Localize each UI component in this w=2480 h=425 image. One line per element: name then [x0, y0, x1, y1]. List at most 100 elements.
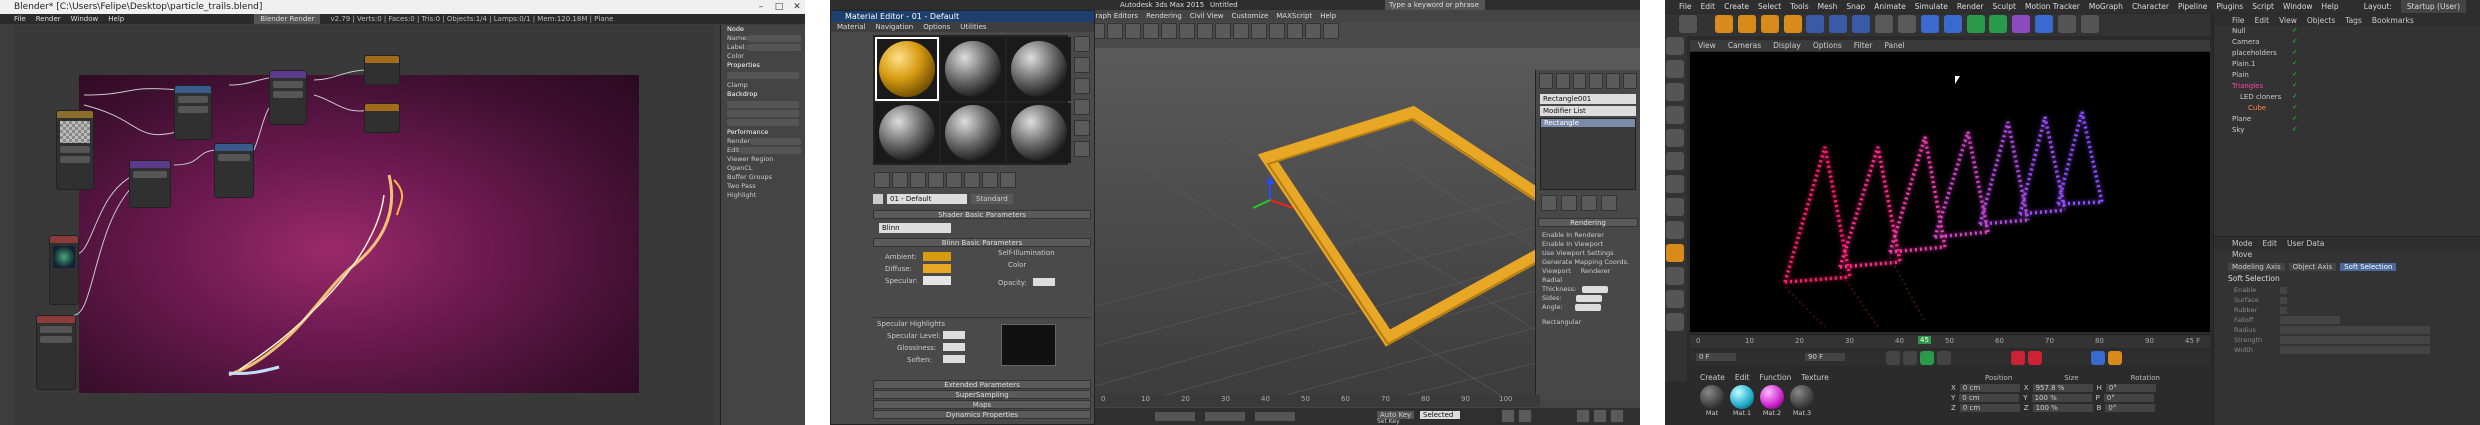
model-mode-icon[interactable]	[1666, 60, 1684, 78]
edit-quality-select[interactable]	[739, 147, 801, 154]
diffuse-swatch[interactable]	[923, 264, 951, 273]
vp-menu-filter[interactable]: Filter	[1854, 40, 1873, 51]
prop-clamp[interactable]: Clamp	[721, 81, 805, 90]
sample-type-icon[interactable]	[1074, 36, 1090, 52]
play-forward-icon[interactable]	[1920, 351, 1934, 365]
video-color-icon[interactable]	[1074, 120, 1090, 136]
curves-field[interactable]	[218, 154, 250, 161]
render-opt-settings[interactable]: Use Viewport Settings	[1542, 249, 1640, 258]
vp-menu-options[interactable]: Options	[1813, 40, 1842, 51]
render-picture-icon[interactable]	[1897, 15, 1916, 33]
coord-rot-h[interactable]: 0°	[2105, 384, 2156, 392]
cloner-icon[interactable]	[1989, 15, 2008, 33]
y-axis-icon[interactable]	[1829, 15, 1848, 33]
prop-color[interactable]: Color	[721, 52, 805, 61]
mat-menu-material[interactable]: Material	[837, 23, 865, 31]
autokey-icon[interactable]	[2028, 351, 2042, 365]
subdiv-icon[interactable]	[1966, 15, 1985, 33]
soft-strength-slider[interactable]	[2280, 336, 2430, 344]
om-item-placeholders[interactable]: placeholders	[2224, 48, 2480, 59]
render-icon[interactable]	[1323, 23, 1339, 39]
mat-menu-options[interactable]: Options	[923, 23, 950, 31]
shader-basic-rollout[interactable]: Shader Basic Parameters	[873, 210, 1091, 219]
copy-icon[interactable]	[928, 172, 944, 188]
sample-slot-6[interactable]	[1007, 103, 1071, 163]
workplane-icon[interactable]	[1666, 198, 1684, 216]
z-axis-icon[interactable]	[1852, 15, 1871, 33]
modifier-list-select[interactable]: Modifier List	[1540, 106, 1636, 116]
c4d-menu-select[interactable]: Select	[1758, 0, 1781, 13]
self-illum-color-label[interactable]: Color	[1008, 261, 1026, 269]
material-editor-icon[interactable]	[1269, 23, 1285, 39]
c4d-viewport[interactable]	[1690, 52, 2210, 332]
material-swatch-3[interactable]: Mat.2	[1760, 385, 1784, 417]
keyframe-pos-icon[interactable]	[2108, 351, 2122, 365]
sample-slot-4[interactable]	[875, 103, 939, 163]
texture-mode-icon[interactable]	[1666, 83, 1684, 101]
rollout-maps[interactable]: Maps	[873, 400, 1091, 409]
go-start-icon[interactable]	[1886, 351, 1900, 365]
label-input[interactable]	[746, 44, 801, 51]
hierarchy-tab-icon[interactable]	[1572, 73, 1587, 89]
material-name-field[interactable]: 01 - Default	[887, 194, 967, 204]
soft-radius-slider[interactable]	[2280, 326, 2430, 334]
om-menu-tags[interactable]: Tags	[2345, 16, 2362, 25]
deformer-icon[interactable]	[2012, 15, 2031, 33]
node-render-layers-2[interactable]	[36, 315, 76, 390]
om-menu-view[interactable]: View	[2279, 16, 2297, 25]
render-view-icon[interactable]	[1875, 15, 1893, 33]
mat-menu-navigation[interactable]: Navigation	[875, 23, 913, 31]
c4d-menu-edit[interactable]: Edit	[1701, 0, 1716, 13]
coord-rot-b[interactable]: 0°	[2105, 404, 2156, 412]
assign-icon[interactable]	[892, 172, 908, 188]
layout-select[interactable]: Startup (User)	[2400, 0, 2466, 13]
material-type-button[interactable]: Standard	[971, 194, 1013, 204]
edges-mode-icon[interactable]	[1666, 129, 1684, 147]
move-tool-icon[interactable]	[1737, 15, 1756, 33]
prop-performance[interactable]: Performance	[721, 128, 805, 137]
z-coord-field[interactable]	[1255, 412, 1295, 421]
cube-icon[interactable]	[1920, 15, 1939, 33]
next-frame-icon[interactable]	[1518, 409, 1532, 423]
render-setup-icon[interactable]	[1287, 23, 1303, 39]
name-input[interactable]	[748, 35, 801, 42]
spec-level-field[interactable]	[943, 331, 965, 339]
soft-falloff-select[interactable]	[2280, 316, 2340, 324]
sample-slot-5[interactable]	[941, 103, 1005, 163]
put-library-icon[interactable]	[964, 172, 980, 188]
sides-field[interactable]	[1575, 295, 1602, 302]
menu-help[interactable]: Help	[108, 14, 124, 24]
angle-field[interactable]	[1574, 304, 1601, 311]
vp-menu-panel[interactable]: Panel	[1884, 40, 1904, 51]
camera-icon[interactable]	[2058, 15, 2076, 33]
utilities-tab-icon[interactable]	[1623, 73, 1637, 89]
pick-material-icon[interactable]	[873, 194, 883, 204]
bodypaint-icon[interactable]	[1666, 244, 1684, 262]
c4d-menu-help[interactable]: Help	[2322, 0, 2339, 13]
rotate-tool-icon[interactable]	[1783, 15, 1802, 33]
stack-item-rectangle[interactable]: Rectangle	[1541, 119, 1635, 127]
am-menu-edit[interactable]: Edit	[2262, 239, 2277, 248]
y-coord-field[interactable]	[1205, 412, 1245, 421]
pin-stack-icon[interactable]	[1541, 195, 1557, 211]
c4d-menu-create[interactable]: Create	[1724, 0, 1749, 13]
om-item-led-cloners[interactable]: LED cloners	[2224, 92, 2480, 103]
material-swatch-4[interactable]: Mat.3	[1790, 385, 1814, 417]
uv-tiling-icon[interactable]	[1074, 99, 1090, 115]
renderer-radio[interactable]: Renderer	[1581, 267, 1611, 276]
play-icon[interactable]	[1501, 409, 1515, 423]
rollout-dynamics[interactable]: Dynamics Properties	[873, 410, 1091, 419]
prop-two-pass[interactable]: Two Pass	[721, 182, 805, 191]
c4d-menu-sculpt[interactable]: Sculpt	[1993, 0, 2016, 13]
ambient-swatch[interactable]	[923, 252, 951, 261]
om-menu-objects[interactable]: Objects	[2307, 16, 2335, 25]
backlight-icon[interactable]	[1074, 57, 1090, 73]
motion-tab-icon[interactable]	[1589, 73, 1604, 89]
selected-select[interactable]: Selected	[1420, 411, 1460, 419]
c4d-menu-script[interactable]: Script	[2252, 0, 2274, 13]
prop-highlight[interactable]: Highlight	[721, 191, 805, 200]
tab-modeling-axis[interactable]: Modeling Axis	[2228, 263, 2285, 271]
reset-icon[interactable]	[910, 172, 926, 188]
render-opt-renderer[interactable]: Enable In Renderer	[1542, 231, 1640, 240]
node-viewer[interactable]	[364, 55, 400, 85]
